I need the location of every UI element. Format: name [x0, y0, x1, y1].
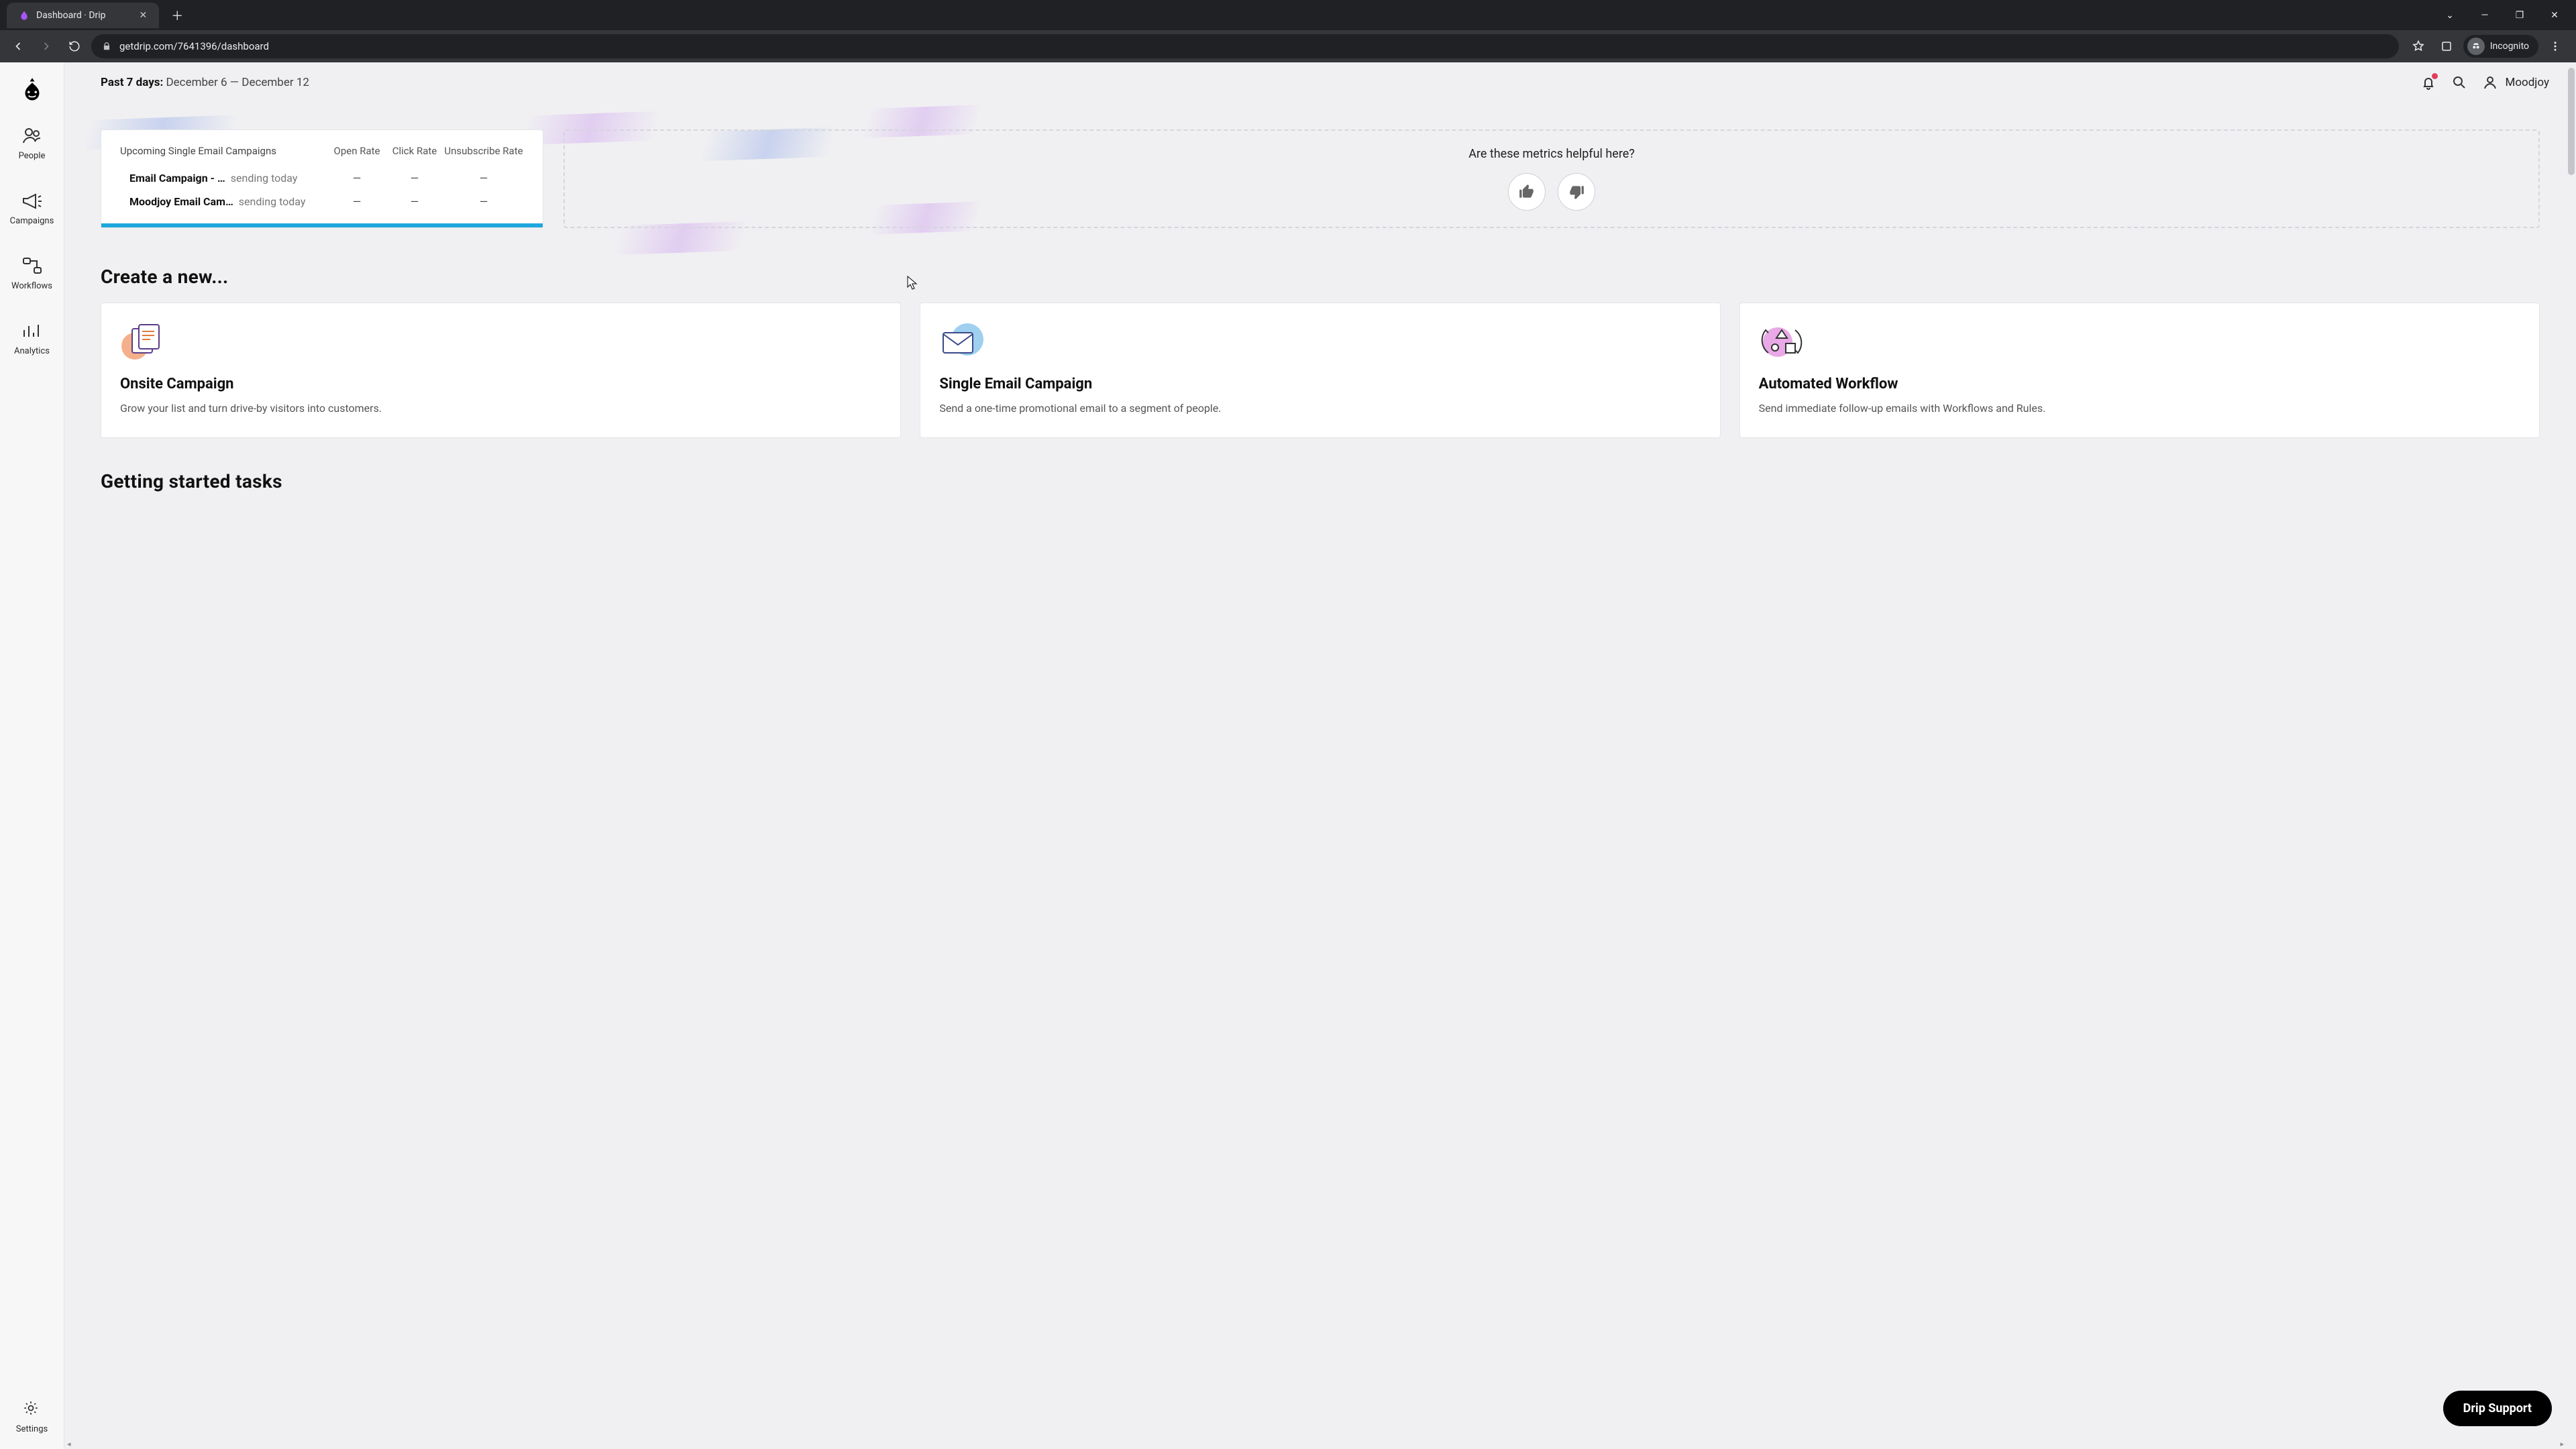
- browser-tab-bar: Dashboard · Drip ✕ ＋ ⌄ ― ❐ ✕: [0, 0, 2576, 30]
- card-accent-bar: [101, 223, 543, 227]
- url-text: getdrip.com/7641396/dashboard: [119, 40, 269, 52]
- campaign-name: Email Campaign - …: [129, 172, 225, 184]
- create-heading: Create a new...: [101, 266, 2540, 288]
- sidebar-item-workflows[interactable]: Workflows: [11, 256, 52, 291]
- megaphone-icon: [21, 191, 44, 211]
- user-menu[interactable]: Moodjoy: [2482, 74, 2549, 91]
- upcoming-campaigns-card: Upcoming Single Email Campaigns Open Rat…: [101, 129, 543, 228]
- campaign-status: sending today: [231, 172, 298, 184]
- window-minimize-icon[interactable]: ―: [2470, 2, 2500, 29]
- content: Upcoming Single Email Campaigns Open Rat…: [64, 103, 2576, 1449]
- drip-logo-icon[interactable]: [18, 74, 46, 103]
- avatar-icon: [2482, 74, 2498, 91]
- analytics-icon: [20, 321, 43, 341]
- create-card-title: Automated Workflow: [1759, 376, 2520, 392]
- single-email-icon: [939, 321, 986, 362]
- workflow-icon: [21, 256, 44, 276]
- incognito-label: Incognito: [2490, 41, 2529, 52]
- incognito-icon: [2467, 38, 2485, 55]
- people-icon: [21, 125, 44, 146]
- sidebar-item-people[interactable]: People: [19, 125, 46, 161]
- drip-support-button[interactable]: Drip Support: [2443, 1391, 2552, 1426]
- new-tab-button[interactable]: ＋: [171, 7, 183, 24]
- search-button[interactable]: [2451, 74, 2467, 91]
- campaign-row[interactable]: Email Campaign - … sending today — — —: [120, 166, 524, 190]
- thumbs-up-button[interactable]: [1508, 173, 1546, 211]
- campaign-name: Moodjoy Email Cam…: [129, 195, 233, 208]
- notifications-button[interactable]: [2420, 74, 2436, 91]
- topbar: Past 7 days: December 6 — December 12 Mo…: [64, 62, 2576, 103]
- sidebar: People Campaigns Workflows Analytics: [0, 62, 64, 1449]
- tab-close-icon[interactable]: ✕: [140, 10, 148, 21]
- browser-forward-button[interactable]: [35, 35, 58, 58]
- browser-tab-active[interactable]: Dashboard · Drip ✕: [7, 3, 159, 28]
- campaign-click: —: [386, 195, 443, 208]
- sidebar-item-label: People: [19, 151, 46, 161]
- sidebar-item-label: Analytics: [14, 346, 50, 356]
- window-close-icon[interactable]: ✕: [2540, 2, 2569, 29]
- col-unsub-rate: Unsubscribe Rate: [443, 145, 524, 157]
- col-open-rate: Open Rate: [328, 145, 386, 157]
- campaign-unsub: —: [443, 172, 524, 184]
- metrics-feedback-card: Are these metrics helpful here?: [564, 129, 2540, 228]
- vertical-scrollbar[interactable]: [2567, 62, 2576, 1438]
- window-maximize-icon[interactable]: ❐: [2505, 2, 2534, 29]
- sidebar-item-settings[interactable]: Settings: [16, 1399, 48, 1434]
- app-viewport: People Campaigns Workflows Analytics: [0, 62, 2576, 1449]
- drip-favicon-icon: [19, 10, 30, 21]
- onsite-campaign-icon: [120, 321, 167, 362]
- sidebar-item-analytics[interactable]: Analytics: [14, 321, 50, 356]
- campaign-click: —: [386, 172, 443, 184]
- browser-address-bar: getdrip.com/7641396/dashboard Incognito: [0, 30, 2576, 62]
- browser-reload-button[interactable]: [63, 35, 86, 58]
- campaign-status: sending today: [239, 195, 306, 208]
- feedback-question: Are these metrics helpful here?: [1468, 147, 1635, 161]
- create-onsite-campaign-card[interactable]: Onsite Campaign Grow your list and turn …: [101, 303, 901, 438]
- create-single-email-card[interactable]: Single Email Campaign Send a one-time pr…: [920, 303, 1720, 438]
- create-card-desc: Grow your list and turn drive-by visitor…: [120, 400, 881, 417]
- bookmark-star-icon[interactable]: [2407, 35, 2430, 58]
- create-card-title: Onsite Campaign: [120, 376, 881, 392]
- tab-search-chevron-icon[interactable]: ⌄: [2435, 2, 2465, 29]
- campaign-unsub: —: [443, 195, 524, 208]
- date-range-value: December 6 — December 12: [166, 76, 309, 89]
- incognito-indicator[interactable]: Incognito: [2463, 35, 2538, 58]
- browser-back-button[interactable]: [7, 35, 30, 58]
- sidebar-item-campaigns[interactable]: Campaigns: [10, 191, 54, 226]
- date-range[interactable]: Past 7 days: December 6 — December 12: [101, 76, 309, 89]
- support-label: Drip Support: [2463, 1401, 2532, 1415]
- date-range-label: Past 7 days:: [101, 76, 163, 89]
- lock-icon: [102, 42, 111, 51]
- tab-title: Dashboard · Drip: [36, 10, 106, 21]
- browser-menu-icon[interactable]: [2544, 35, 2567, 58]
- campaign-open: —: [328, 172, 386, 184]
- thumbs-down-button[interactable]: [1558, 173, 1595, 211]
- campaigns-card-title: Upcoming Single Email Campaigns: [120, 145, 328, 157]
- create-automated-workflow-card[interactable]: Automated Workflow Send immediate follow…: [1739, 303, 2540, 438]
- create-card-desc: Send a one-time promotional email to a s…: [939, 400, 1701, 417]
- col-click-rate: Click Rate: [386, 145, 443, 157]
- notification-dot-icon: [2432, 73, 2438, 79]
- create-card-title: Single Email Campaign: [939, 376, 1701, 392]
- extensions-icon[interactable]: [2435, 35, 2458, 58]
- horizontal-scrollbar[interactable]: ◂▸: [64, 1438, 2567, 1449]
- campaign-open: —: [328, 195, 386, 208]
- sidebar-item-label: Campaigns: [10, 216, 54, 226]
- create-card-desc: Send immediate follow-up emails with Wor…: [1759, 400, 2520, 417]
- campaign-row[interactable]: Moodjoy Email Cam… sending today — — —: [120, 190, 524, 213]
- browser-url-field[interactable]: getdrip.com/7641396/dashboard: [91, 34, 2399, 58]
- sidebar-item-label: Settings: [16, 1424, 48, 1434]
- gear-icon: [21, 1399, 44, 1419]
- sidebar-item-label: Workflows: [11, 281, 52, 291]
- user-name: Moodjoy: [2505, 76, 2549, 89]
- getting-started-heading: Getting started tasks: [101, 470, 2540, 492]
- automated-workflow-icon: [1759, 321, 1806, 362]
